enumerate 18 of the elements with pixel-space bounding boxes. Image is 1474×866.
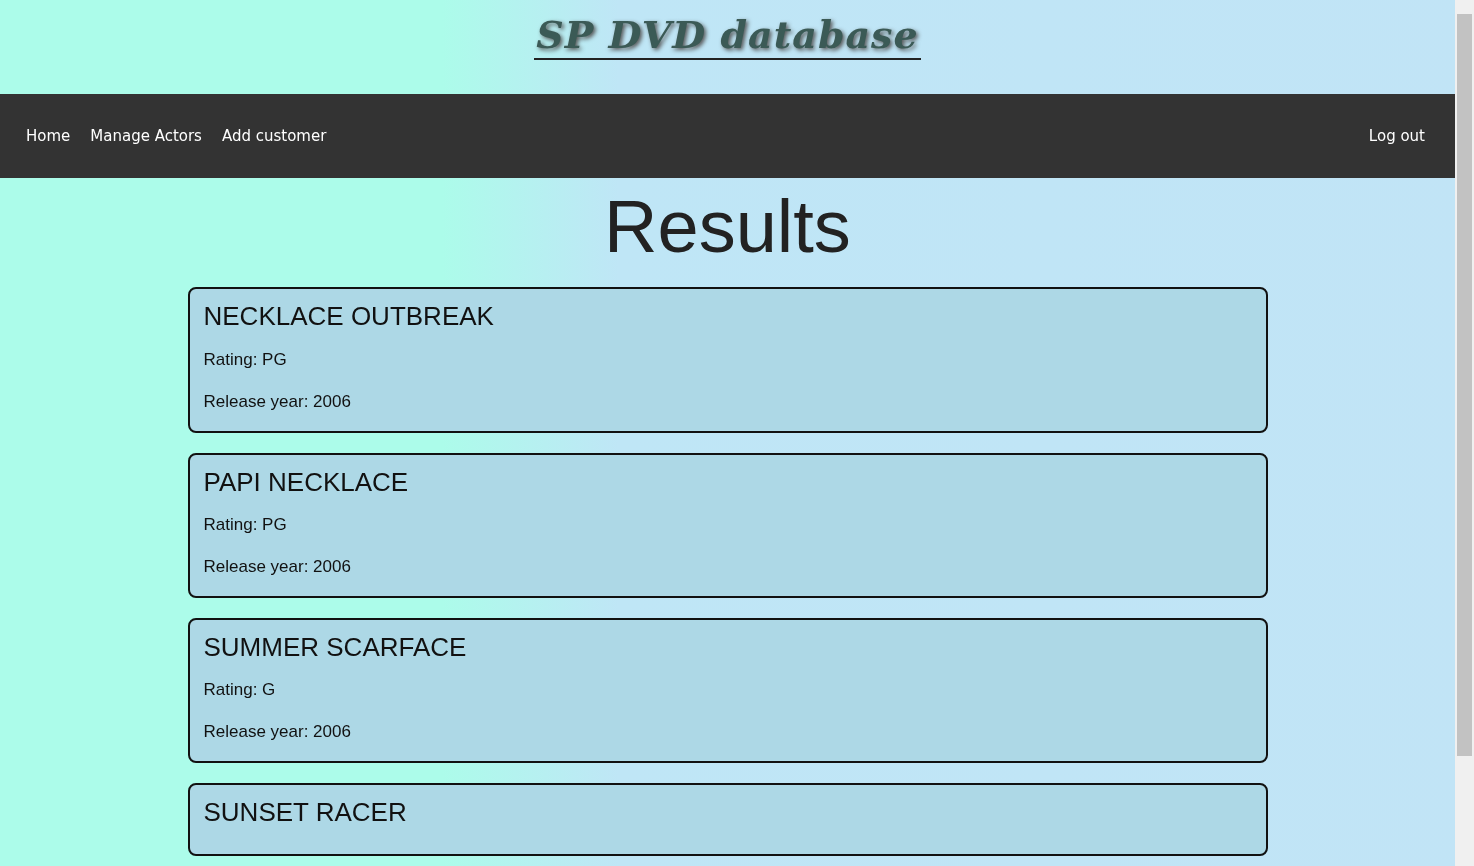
film-title: SUNSET RACER	[203, 796, 408, 829]
nav-link[interactable]: Home	[26, 124, 71, 148]
nav-link[interactable]: Add customer	[221, 124, 327, 148]
film-rating: Rating: G	[203, 678, 277, 701]
film-title: NECKLACE OUTBREAK	[203, 301, 495, 333]
film-release-year: Release year: 2006	[203, 721, 352, 744]
scrollbar-thumb[interactable]	[1457, 14, 1472, 756]
film-title: SUMMER SCARFACE	[203, 631, 468, 663]
film-rating: Rating: PG	[203, 513, 288, 536]
film-rating: Rating: PG	[203, 348, 288, 371]
film-release-year: Release year: 2006	[203, 391, 352, 414]
page-heading: Results	[603, 186, 852, 268]
nav-link[interactable]: Manage Actors	[90, 124, 202, 148]
site-logo[interactable]: SP DVD database	[534, 12, 921, 60]
scrollbar[interactable]	[1455, 0, 1474, 866]
film-release-year: Release year: 2006	[203, 556, 352, 579]
logout-link[interactable]: Log out	[1368, 124, 1425, 148]
film-title: PAPI NECKLACE	[203, 466, 410, 498]
